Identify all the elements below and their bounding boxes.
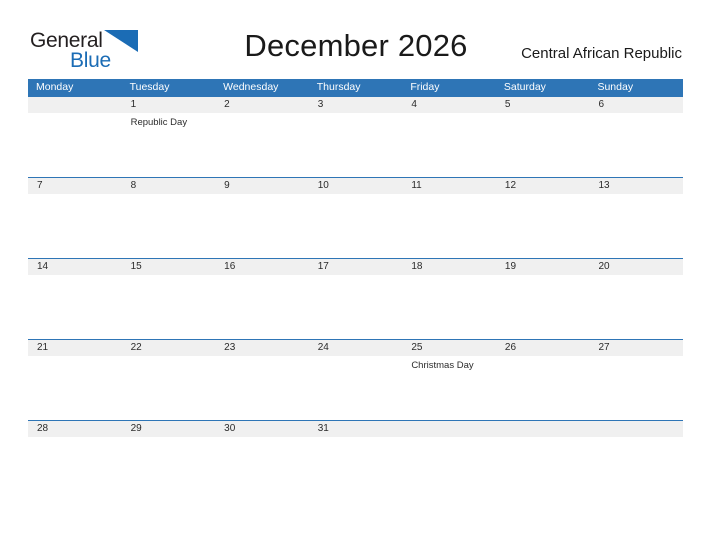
day-number[interactable]: 12: [496, 178, 590, 194]
week-date-band: 21 22 23 24 25 26 27: [28, 339, 683, 356]
week-date-band: 1 2 3 4 5 6: [28, 96, 683, 113]
week-date-band: 28 29 30 31: [28, 420, 683, 437]
day-cell[interactable]: [589, 356, 683, 420]
week-events-row: [28, 275, 683, 339]
day-number[interactable]: 4: [402, 97, 496, 113]
day-cell[interactable]: [309, 356, 403, 420]
day-number[interactable]: 30: [215, 421, 309, 437]
day-cell[interactable]: [309, 194, 403, 258]
weekday-sunday: Sunday: [597, 81, 634, 93]
calendar-grid: Monday Tuesday Wednesday Thursday Friday…: [28, 79, 683, 501]
day-number[interactable]: [589, 421, 683, 437]
day-cell[interactable]: [402, 194, 496, 258]
day-number[interactable]: 24: [309, 340, 403, 356]
calendar-week-row: 7 8 9 10 11 12 13: [28, 177, 683, 258]
day-cell[interactable]: [402, 437, 496, 501]
day-number[interactable]: 23: [215, 340, 309, 356]
day-number[interactable]: 16: [215, 259, 309, 275]
day-cell[interactable]: [589, 275, 683, 339]
day-number[interactable]: 1: [122, 97, 216, 113]
day-number[interactable]: 27: [589, 340, 683, 356]
day-cell[interactable]: Christmas Day: [402, 356, 496, 420]
country-label: Central African Republic: [521, 45, 682, 62]
weekday-thursday: Thursday: [316, 81, 361, 93]
day-number[interactable]: [28, 97, 122, 113]
weekday-saturday: Saturday: [503, 81, 546, 93]
day-cell[interactable]: [589, 437, 683, 501]
day-cell[interactable]: [402, 113, 496, 177]
day-number[interactable]: 5: [496, 97, 590, 113]
day-cell[interactable]: [402, 275, 496, 339]
day-number[interactable]: 18: [402, 259, 496, 275]
day-number[interactable]: 31: [309, 421, 403, 437]
week-events-row: Christmas Day: [28, 356, 683, 420]
week-events-row: Republic Day: [28, 113, 683, 177]
day-number[interactable]: 26: [496, 340, 590, 356]
day-number[interactable]: 19: [496, 259, 590, 275]
day-number[interactable]: [496, 421, 590, 437]
day-number[interactable]: [402, 421, 496, 437]
day-cell[interactable]: [496, 113, 590, 177]
day-cell[interactable]: [496, 194, 590, 258]
week-events-row: [28, 194, 683, 258]
day-number[interactable]: 28: [28, 421, 122, 437]
day-cell[interactable]: [28, 356, 122, 420]
week-date-band: 7 8 9 10 11 12 13: [28, 177, 683, 194]
day-number[interactable]: 17: [309, 259, 403, 275]
day-number[interactable]: 11: [402, 178, 496, 194]
day-number[interactable]: 13: [589, 178, 683, 194]
day-cell[interactable]: [215, 113, 309, 177]
weekday-tuesday: Tuesday: [129, 81, 170, 93]
day-number[interactable]: 21: [28, 340, 122, 356]
day-number[interactable]: 2: [215, 97, 309, 113]
day-cell[interactable]: [215, 194, 309, 258]
day-number[interactable]: 7: [28, 178, 122, 194]
day-cell[interactable]: [122, 356, 216, 420]
calendar-week-row: 28 29 30 31: [28, 420, 683, 501]
day-cell[interactable]: [28, 194, 122, 258]
calendar-week-row: 14 15 16 17 18 19 20: [28, 258, 683, 339]
weekday-friday: Friday: [410, 81, 440, 93]
day-cell[interactable]: [496, 437, 590, 501]
day-number[interactable]: 6: [589, 97, 683, 113]
day-number[interactable]: 9: [215, 178, 309, 194]
day-number[interactable]: 10: [309, 178, 403, 194]
holiday-event: Republic Day: [130, 117, 188, 128]
day-number[interactable]: 25: [402, 340, 496, 356]
week-date-band: 14 15 16 17 18 19 20: [28, 258, 683, 275]
day-cell[interactable]: [309, 275, 403, 339]
day-cell[interactable]: [215, 356, 309, 420]
day-cell[interactable]: [28, 113, 122, 177]
calendar-week-row: 1 2 3 4 5 6 Republic Day: [28, 96, 683, 177]
day-cell[interactable]: [122, 275, 216, 339]
day-cell[interactable]: [122, 437, 216, 501]
day-cell[interactable]: [28, 437, 122, 501]
day-number[interactable]: 14: [28, 259, 122, 275]
day-cell[interactable]: [309, 437, 403, 501]
day-number[interactable]: 8: [122, 178, 216, 194]
holiday-event: Christmas Day: [411, 360, 474, 371]
week-events-row: [28, 437, 683, 501]
day-cell[interactable]: [589, 194, 683, 258]
day-cell[interactable]: [589, 113, 683, 177]
weekday-header-row: Monday Tuesday Wednesday Thursday Friday…: [28, 79, 683, 96]
day-cell[interactable]: [28, 275, 122, 339]
day-cell[interactable]: [496, 275, 590, 339]
calendar-week-row: 21 22 23 24 25 26 27 Christmas Day: [28, 339, 683, 420]
day-cell[interactable]: [215, 437, 309, 501]
day-cell[interactable]: [122, 194, 216, 258]
day-cell[interactable]: Republic Day: [122, 113, 216, 177]
day-cell[interactable]: [309, 113, 403, 177]
calendar-page: General Blue December 2026 Central Afric…: [0, 0, 712, 550]
day-cell[interactable]: [496, 356, 590, 420]
day-number[interactable]: 3: [309, 97, 403, 113]
day-number[interactable]: 15: [122, 259, 216, 275]
weekday-wednesday: Wednesday: [223, 81, 279, 93]
weekday-monday: Monday: [36, 81, 74, 93]
day-number[interactable]: 20: [589, 259, 683, 275]
day-number[interactable]: 29: [122, 421, 216, 437]
day-cell[interactable]: [215, 275, 309, 339]
page-header: General Blue December 2026 Central Afric…: [0, 0, 712, 78]
day-number[interactable]: 22: [122, 340, 216, 356]
